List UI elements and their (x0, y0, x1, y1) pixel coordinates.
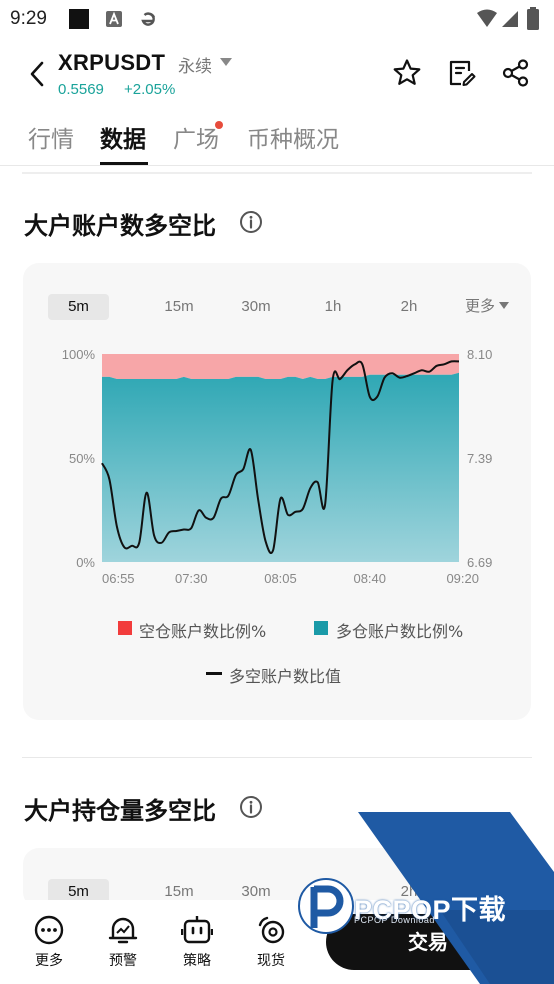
more-dots-icon (34, 915, 64, 945)
y-right-tick-label: 7.39 (467, 451, 492, 466)
active-tab-indicator (100, 162, 148, 165)
app-square-icon (69, 9, 89, 29)
info-icon[interactable] (239, 795, 263, 819)
divider (22, 757, 532, 758)
bot-icon (181, 916, 213, 944)
bottom-item-more[interactable]: 更多 (24, 914, 74, 970)
bottom-item-label: 策略 (183, 953, 211, 969)
y-left-tick-label: 50% (69, 451, 95, 466)
legend-long: 多仓账户数比例% (336, 622, 464, 641)
share-icon[interactable] (501, 58, 531, 88)
cell-signal-icon (502, 11, 518, 27)
spot-icon (258, 916, 285, 944)
tab-coin-overview[interactable]: 币种概况 (247, 120, 339, 154)
x-tick-label: 07:30 (175, 571, 208, 586)
x-tick-label: 09:20 (446, 571, 479, 586)
x-tick-label: 08:05 (264, 571, 297, 586)
x-tick-label: 06:55 (102, 571, 135, 586)
last-price: 0.5569 (58, 81, 104, 98)
divider (22, 172, 532, 174)
y-right-tick-label: 6.69 (467, 555, 492, 570)
back-arrow-icon[interactable] (24, 58, 52, 90)
tab-square[interactable]: 广场 (173, 120, 219, 154)
long-area-series (102, 372, 459, 562)
bottom-item-label: 预警 (109, 953, 137, 969)
status-time: 9:29 (10, 8, 47, 29)
font-a-icon (106, 11, 122, 27)
chevron-down-icon[interactable] (220, 57, 232, 67)
bottom-item-label: 现货 (257, 953, 285, 969)
x-tick-label: 08:40 (353, 571, 386, 586)
bottom-item-alert[interactable]: 预警 (98, 914, 148, 970)
symbol-title: XRPUSDT (58, 50, 166, 75)
contract-type-label[interactable]: 永续 (178, 52, 212, 77)
star-icon[interactable] (392, 58, 422, 88)
legend-swatch-short (118, 621, 132, 635)
y-left-tick-label: 100% (62, 347, 96, 362)
alert-bell-icon (108, 917, 138, 944)
browser-e-icon (141, 12, 156, 26)
y-right-tick-label: 8.10 (467, 347, 492, 362)
legend-ratio: 多空账户数比值 (229, 667, 342, 686)
account-ratio-chart: 100% 50% 0% 8.10 7.39 6.69 06:55 07:30 08:05 08:4… (62, 347, 493, 586)
chart-card-account-ratio: 5m 15m 30m 1h 2h 更多 100% 50% 0% 8.10 7.39 6.6… (23, 263, 531, 720)
battery-icon (527, 7, 539, 30)
status-bar: 9:29 (0, 0, 554, 38)
header: XRPUSDT 永续 0.5569 +2.05% (0, 44, 554, 104)
bottom-item-label: 更多 (35, 953, 63, 969)
section-title-position-ratio: 大户持仓量多空比 (24, 797, 216, 825)
tab-market[interactable]: 行情 (28, 120, 74, 154)
wifi-icon (477, 9, 497, 27)
y-left-tick-label: 0% (76, 555, 95, 570)
section-title-account-ratio: 大户账户数多空比 (24, 212, 216, 240)
tab-data[interactable]: 数据 (100, 120, 146, 154)
watermark-sub: PCPOP Download (354, 915, 435, 925)
bottom-item-strategy[interactable]: 策略 (172, 914, 222, 970)
note-edit-icon[interactable] (447, 58, 477, 88)
price-change: +2.05% (124, 81, 176, 98)
legend-line-ratio (206, 672, 222, 675)
legend-swatch-long (314, 621, 328, 635)
legend-short: 空仓账户数比例% (139, 622, 267, 641)
notification-dot (215, 121, 223, 129)
tab-bar: 行情 数据 广场 币种概况 (0, 118, 554, 166)
bottom-item-spot[interactable]: 现货 (246, 914, 296, 970)
info-icon[interactable] (239, 210, 263, 234)
